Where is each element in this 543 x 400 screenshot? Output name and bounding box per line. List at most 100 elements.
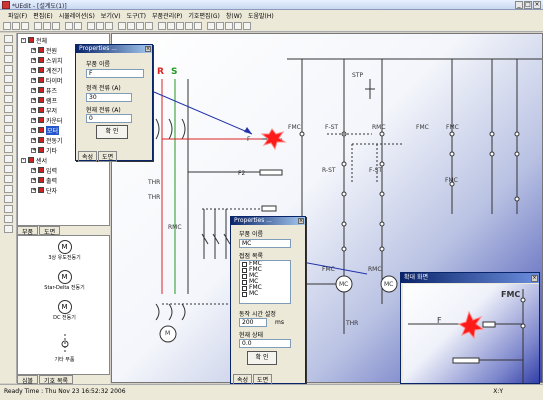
wire-icon[interactable] bbox=[158, 22, 166, 30]
contact-nc-icon[interactable] bbox=[4, 65, 13, 73]
breaker-icon[interactable] bbox=[4, 205, 13, 213]
save-icon[interactable] bbox=[21, 22, 29, 30]
zoom-in-icon[interactable] bbox=[87, 22, 95, 30]
text-tool-icon[interactable] bbox=[4, 225, 13, 233]
tab-drawing[interactable]: 도면 bbox=[98, 151, 118, 162]
state-field[interactable]: 0.0 bbox=[239, 339, 291, 348]
circle-icon[interactable] bbox=[194, 22, 202, 30]
menu-parts[interactable]: 부품관리(P) bbox=[152, 11, 182, 20]
expand-icon[interactable]: + bbox=[31, 87, 36, 93]
line-icon[interactable] bbox=[176, 22, 184, 30]
expand-icon[interactable]: + bbox=[31, 117, 36, 123]
close-icon[interactable]: × bbox=[298, 218, 304, 224]
expand-icon[interactable]: + bbox=[31, 147, 36, 153]
terminal-icon[interactable] bbox=[4, 135, 13, 143]
open-icon[interactable] bbox=[12, 22, 20, 30]
close-icon[interactable]: × bbox=[145, 46, 151, 52]
checkbox[interactable] bbox=[242, 273, 247, 279]
tab-drawing[interactable]: 도면 bbox=[39, 226, 61, 236]
redo-icon[interactable] bbox=[74, 22, 82, 30]
buzzer-icon[interactable] bbox=[4, 105, 13, 113]
run-icon[interactable] bbox=[118, 22, 126, 30]
menu-tools[interactable]: 도구(T) bbox=[127, 11, 146, 20]
expand-icon[interactable]: + bbox=[31, 177, 36, 183]
step-icon[interactable] bbox=[145, 22, 153, 30]
tree-item[interactable]: + 램프 bbox=[31, 96, 57, 105]
tree-item[interactable]: - 전체 bbox=[21, 36, 47, 45]
minimize-button[interactable]: _ bbox=[515, 1, 523, 9]
expand-icon[interactable]: + bbox=[31, 67, 36, 73]
tree-item[interactable]: + 입력 bbox=[31, 166, 57, 175]
tree-item[interactable]: + 스위치 bbox=[31, 56, 63, 65]
rotate-icon[interactable] bbox=[216, 22, 224, 30]
rect-icon[interactable] bbox=[185, 22, 193, 30]
tree-item[interactable]: + 타이머 bbox=[31, 76, 63, 85]
ground-icon[interactable] bbox=[4, 145, 13, 153]
name-field[interactable]: MC bbox=[239, 239, 291, 248]
contact-no-icon[interactable] bbox=[4, 55, 13, 63]
expand-icon[interactable]: - bbox=[21, 37, 26, 43]
tree-item[interactable]: + 단자 bbox=[31, 186, 57, 195]
tab-properties[interactable]: 속성 bbox=[78, 151, 98, 162]
expand-icon[interactable]: + bbox=[31, 167, 36, 173]
flip-icon[interactable] bbox=[225, 22, 233, 30]
motor-icon[interactable] bbox=[4, 125, 13, 133]
pause-icon[interactable] bbox=[136, 22, 144, 30]
expand-icon[interactable]: + bbox=[31, 57, 36, 63]
paste-icon[interactable] bbox=[52, 22, 60, 30]
menu-window[interactable]: 창(W) bbox=[226, 11, 242, 20]
tree-item[interactable]: + 기타 bbox=[31, 146, 57, 155]
hand-icon[interactable] bbox=[4, 45, 13, 53]
new-icon[interactable] bbox=[3, 22, 11, 30]
maximize-button[interactable]: □ bbox=[524, 1, 532, 9]
checkbox[interactable] bbox=[242, 285, 247, 291]
expand-icon[interactable]: + bbox=[31, 47, 36, 53]
symbol-item[interactable]: M 3상 유도전동기 bbox=[18, 240, 111, 261]
tree-item[interactable]: + 계전기 bbox=[31, 66, 63, 75]
symbol-item[interactable]: 기타 부품 bbox=[18, 334, 111, 363]
checkbox[interactable] bbox=[242, 261, 247, 267]
ok-button[interactable]: 확 인 bbox=[96, 125, 128, 139]
current-field[interactable]: 0 bbox=[86, 114, 132, 123]
select-icon[interactable] bbox=[4, 35, 13, 43]
timer-icon[interactable] bbox=[4, 85, 13, 93]
tree-item[interactable]: + 전동기 bbox=[31, 136, 63, 145]
tree-item[interactable]: + 퓨즈 bbox=[31, 86, 57, 95]
menu-simulation[interactable]: 시뮬레이션(S) bbox=[59, 11, 95, 20]
time-field[interactable]: 200 bbox=[239, 318, 267, 327]
undo-icon[interactable] bbox=[65, 22, 73, 30]
expand-icon[interactable]: + bbox=[31, 127, 36, 133]
relay-icon[interactable] bbox=[4, 165, 13, 173]
contact-item[interactable]: MC bbox=[240, 291, 290, 297]
counter-icon[interactable] bbox=[4, 185, 13, 193]
tree-item[interactable]: + 전원 bbox=[31, 46, 57, 55]
expand-icon[interactable]: + bbox=[31, 97, 36, 103]
properties-icon[interactable] bbox=[234, 22, 242, 30]
name-field[interactable]: F bbox=[86, 69, 144, 78]
menu-edit[interactable]: 편집(E) bbox=[33, 11, 53, 20]
close-button[interactable]: × bbox=[533, 1, 541, 9]
expand-icon[interactable]: + bbox=[31, 107, 36, 113]
tab-symbol-list[interactable]: 기호 목록 bbox=[39, 375, 74, 385]
tree-item[interactable]: + 카운터 bbox=[31, 116, 63, 125]
sensor-icon[interactable] bbox=[4, 175, 13, 183]
align-icon[interactable] bbox=[207, 22, 215, 30]
ok-button[interactable]: 확 인 bbox=[247, 351, 277, 365]
help-icon[interactable] bbox=[243, 22, 251, 30]
tree-item[interactable]: - 센서 bbox=[21, 156, 47, 165]
menu-file[interactable]: 파일(F) bbox=[8, 11, 27, 20]
tree-item[interactable]: + 부저 bbox=[31, 106, 57, 115]
tree-item[interactable]: + 모터 bbox=[31, 125, 60, 135]
symbol-item[interactable]: M DC 전동기 bbox=[18, 300, 111, 321]
zoom-out-icon[interactable] bbox=[96, 22, 104, 30]
expand-icon[interactable]: + bbox=[31, 137, 36, 143]
transformer-icon[interactable] bbox=[4, 195, 13, 203]
close-icon[interactable]: × bbox=[531, 275, 538, 282]
copy-icon[interactable] bbox=[43, 22, 51, 30]
checkbox[interactable] bbox=[242, 267, 247, 273]
menu-help[interactable]: 도움말(H) bbox=[248, 11, 274, 20]
thermal-icon[interactable] bbox=[4, 215, 13, 223]
tab-parts[interactable]: 부품 bbox=[17, 226, 39, 236]
text-icon[interactable] bbox=[167, 22, 175, 30]
expand-icon[interactable]: - bbox=[21, 157, 26, 163]
